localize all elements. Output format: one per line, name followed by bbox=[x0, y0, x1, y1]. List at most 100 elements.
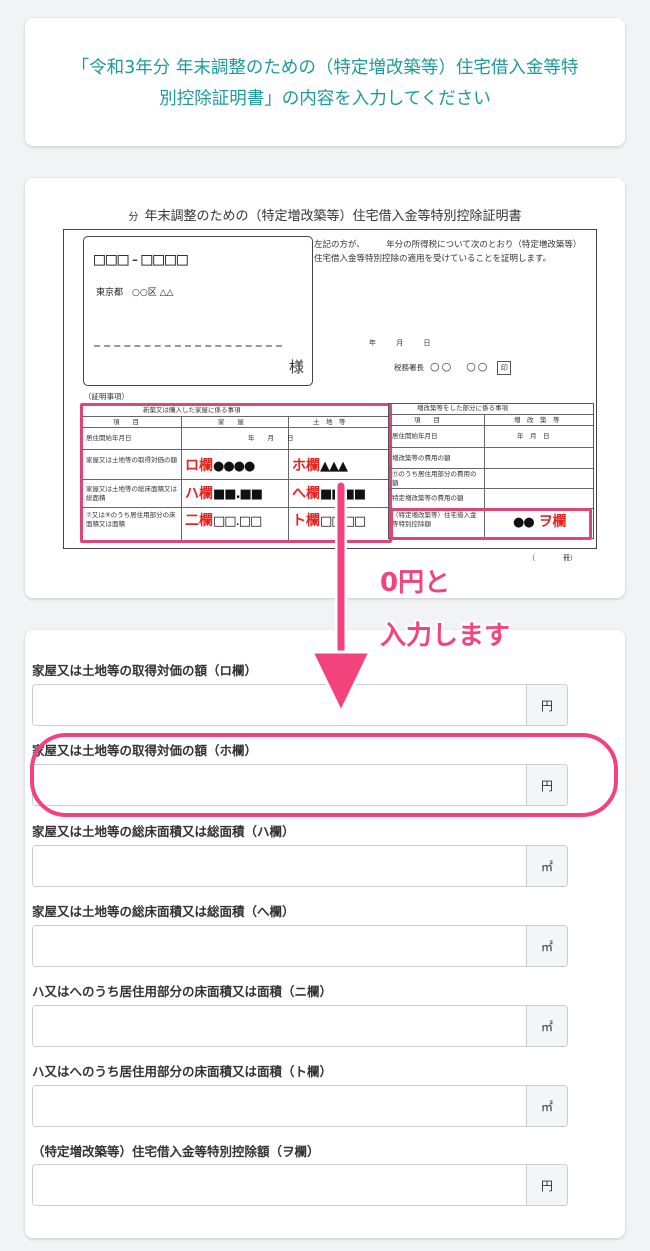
certificate-title-prefix: 分 bbox=[128, 212, 139, 223]
mark-to-value: □□□□ bbox=[320, 514, 366, 529]
input-group-ni: ㎡ bbox=[32, 1005, 568, 1047]
mark-ro: ロ欄●●●● bbox=[183, 458, 257, 475]
input-group-wo: 円 bbox=[32, 1164, 568, 1206]
unit-yen: 円 bbox=[526, 765, 567, 805]
unit-m2: ㎡ bbox=[526, 1086, 567, 1126]
r-row-special-cost: 特定増改築等の費用の額 bbox=[392, 494, 464, 502]
grid-line bbox=[181, 416, 182, 540]
r-col-value: 増 改 築 等 bbox=[514, 416, 560, 424]
address-box: □□□-□□□□ 東京都 ○○区 △△ 様 bbox=[83, 236, 313, 386]
certificate-title: 分年末調整のための（特定増改築等）住宅借入金等特別控除証明書 bbox=[25, 205, 625, 224]
house-table-header: 新築又は購入した家屋に係る事項 bbox=[143, 406, 241, 414]
mark-he: へ欄■■■■ bbox=[290, 486, 368, 503]
grid-line bbox=[389, 414, 593, 415]
mark-he-label: へ欄 bbox=[292, 486, 320, 502]
instruction-card: 「令和3年分 年末調整のための（特定増改築等）住宅借入金等特別控除証明書」の内容… bbox=[25, 18, 625, 146]
mark-he-value: ■■■■ bbox=[320, 487, 366, 502]
tax-office-name: ○○ ○○ bbox=[430, 360, 490, 373]
grid-line bbox=[389, 425, 593, 426]
mark-ho-value: ▲▲▲ bbox=[320, 459, 348, 474]
unit-m2: ㎡ bbox=[526, 926, 567, 966]
mark-ho: ホ欄▲▲▲ bbox=[290, 458, 349, 475]
grid-line bbox=[389, 468, 593, 469]
price-ro-input[interactable] bbox=[33, 685, 526, 725]
certificate-description: 左記の方が、 年分の所得税について次のとおり（特定増改築等）住宅借入金等特別控除… bbox=[314, 240, 582, 264]
section-label: （証明事項） bbox=[84, 392, 129, 401]
deduction-wo-input[interactable] bbox=[33, 1165, 526, 1205]
row-residential-area: ⑦又は⑨のうち居住用部分の床面積又は面積 bbox=[86, 511, 176, 528]
unit-m2: ㎡ bbox=[526, 846, 567, 886]
input-group-to: ㎡ bbox=[32, 1085, 568, 1127]
grid-line bbox=[83, 507, 389, 508]
mark-ni-value: □□.□□ bbox=[213, 514, 262, 529]
certificate-title-text: 年末調整のための（特定増改築等）住宅借入金等特別控除証明書 bbox=[144, 209, 522, 224]
input-group-ha: ㎡ bbox=[32, 845, 568, 887]
input-group-he: ㎡ bbox=[32, 925, 568, 967]
grid-line bbox=[83, 449, 389, 450]
mark-ro-label: ロ欄 bbox=[185, 458, 213, 474]
residential-area-to-input[interactable] bbox=[33, 1086, 526, 1126]
mark-ha-label: ハ欄 bbox=[185, 486, 213, 502]
mark-to-label: ト欄 bbox=[292, 513, 320, 529]
mark-wo: ●● ヲ欄 bbox=[511, 514, 569, 531]
honorific-sama: 様 bbox=[288, 358, 304, 376]
grid-line bbox=[389, 447, 593, 448]
certificate-frame: □□□-□□□□ 東京都 ○○区 △△ 様 左記の方が、 年分の所得税について次… bbox=[63, 229, 597, 549]
r-col-item: 項 目 bbox=[414, 416, 440, 424]
callout-line-2: 入力します bbox=[380, 621, 511, 651]
field-label-ro: 家屋又は土地等の取得対価の額（ロ欄） bbox=[32, 663, 258, 678]
r-row-residential-cost: ⑪のうち居住用部分の費用の額 bbox=[392, 470, 477, 487]
r-row-move-in-date: 年 月 日 bbox=[517, 432, 550, 440]
area-he-input[interactable] bbox=[33, 926, 526, 966]
col-house: 家 屋 bbox=[218, 418, 244, 426]
mark-ho-label: ホ欄 bbox=[292, 458, 320, 474]
renovation-table-header: 増改築等をした部分に係る事項 bbox=[417, 404, 508, 412]
mark-ni: 二欄□□.□□ bbox=[183, 513, 264, 530]
unit-yen: 円 bbox=[526, 685, 567, 725]
field-label-wo: （特定増改築等）住宅借入金等特別控除額（ヲ欄） bbox=[32, 1144, 320, 1159]
mark-wo-label: ヲ欄 bbox=[538, 514, 567, 530]
callout-line-1: 0円と bbox=[380, 568, 451, 598]
col-land: 土 地 等 bbox=[313, 418, 346, 426]
mark-ha-value: ■■.■■ bbox=[213, 487, 263, 502]
seal-stamp: 印 bbox=[497, 361, 512, 375]
grid-line bbox=[83, 479, 389, 480]
r-row-cost: 増改築等の費用の額 bbox=[392, 454, 451, 462]
field-label-ho: 家屋又は土地等の取得対価の額（ホ欄） bbox=[32, 743, 258, 758]
certificate-image-card: 分年末調整のための（特定増改築等）住宅借入金等特別控除証明書 □□□-□□□□ … bbox=[25, 178, 625, 598]
row-move-in: 居住開始年月日 bbox=[86, 434, 132, 442]
mark-wo-value: ●● bbox=[513, 515, 535, 530]
row-move-in-date: 年 月 日 bbox=[248, 434, 294, 442]
instruction-title: 「令和3年分 年末調整のための（特定増改築等）住宅借入金等特別控除証明書」の内容… bbox=[71, 58, 579, 109]
house-table: 新築又は購入した家屋に係る事項 項 目 家 屋 土 地 等 居住開始年月日 年 … bbox=[80, 403, 392, 543]
mark-ro-value: ●●●● bbox=[213, 459, 255, 474]
unit-yen: 円 bbox=[526, 1165, 567, 1205]
area-ha-input[interactable] bbox=[33, 846, 526, 886]
certificate-date: 年 月 日 bbox=[369, 339, 431, 347]
field-label-he: 家屋又は土地等の総床面積又は総面積（へ欄） bbox=[32, 904, 295, 919]
price-ho-input[interactable] bbox=[33, 765, 526, 805]
name-line bbox=[94, 345, 282, 347]
row-price: 家屋又は土地等の取得対価の額 bbox=[86, 456, 177, 464]
residential-area-ni-input[interactable] bbox=[33, 1006, 526, 1046]
field-label-ha: 家屋又は土地等の総床面積又は総面積（ハ欄） bbox=[32, 824, 295, 839]
col-item: 項 目 bbox=[113, 418, 139, 426]
r-row-move-in: 居住開始年月日 bbox=[392, 432, 438, 440]
input-group-ho: 円 bbox=[32, 764, 568, 806]
field-label-ni: ハ又はへのうち居住用部分の床面積又は面積（ニ欄） bbox=[32, 984, 333, 999]
deduction-highlight: ●● ヲ欄 bbox=[390, 508, 592, 540]
row-floor-area: 家屋又は土地等の総床面積又は総面積 bbox=[86, 485, 177, 502]
mark-to: ト欄□□□□ bbox=[290, 513, 368, 530]
unit-m2: ㎡ bbox=[526, 1006, 567, 1046]
mark-ni-label: 二欄 bbox=[185, 513, 213, 529]
grid-line bbox=[83, 416, 389, 417]
tax-office-row: 税務署長 ○○ ○○ 印 bbox=[394, 358, 512, 375]
grid-line bbox=[389, 488, 593, 489]
grid-line bbox=[83, 427, 389, 428]
mark-ha: ハ欄■■.■■ bbox=[183, 486, 265, 503]
tax-office-label: 税務署長 bbox=[394, 363, 424, 372]
page-footer: （ 冊） bbox=[528, 554, 577, 562]
field-label-to: ハ又はへのうち居住用部分の床面積又は面積（ト欄） bbox=[32, 1064, 333, 1079]
input-group-ro: 円 bbox=[32, 684, 568, 726]
address-city: 東京都 ○○区 △△ bbox=[96, 288, 174, 298]
